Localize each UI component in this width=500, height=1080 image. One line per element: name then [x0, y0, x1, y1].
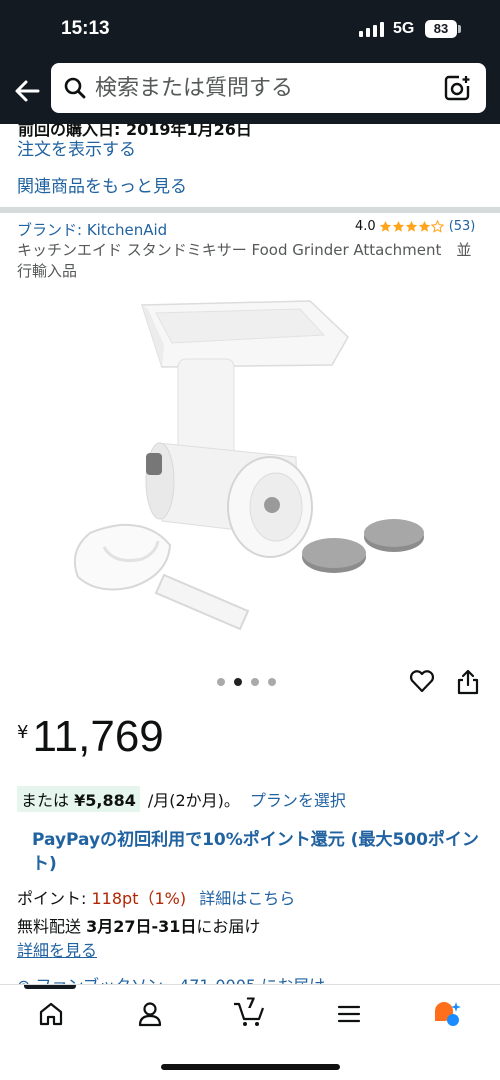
price-symbol: ¥: [17, 722, 29, 743]
star-filled-icon: [405, 220, 417, 232]
carousel-dot[interactable]: [251, 678, 259, 686]
battery-tip: [458, 25, 461, 33]
search-icon: [64, 77, 86, 99]
heart-icon[interactable]: [408, 667, 436, 695]
installment-highlight: または ¥5,884: [17, 786, 140, 812]
product-image[interactable]: [60, 285, 440, 645]
price: ¥ 11,769: [17, 712, 164, 762]
installment-amount: ¥5,884: [74, 791, 136, 810]
star-filled-icon: [379, 220, 391, 232]
points-row: ポイント: 118pt（1%) 詳細はこちら: [17, 885, 295, 909]
signal-icon: [359, 22, 385, 37]
network-type: 5G: [393, 20, 415, 37]
menu-icon[interactable]: [334, 999, 364, 1029]
star-filled-icon: [418, 220, 430, 232]
battery-icon: 83: [425, 20, 457, 38]
carousel-dot[interactable]: [217, 678, 225, 686]
rating-summary[interactable]: 4.0 (53): [355, 219, 475, 234]
status-time: 15:13: [61, 18, 110, 39]
product-title: キッチンエイド スタンドミキサー Food Grinder Attachment…: [17, 241, 472, 280]
app-header: 15:13 5G 83: [0, 0, 500, 124]
installment-period: /月(2か月)。: [147, 791, 240, 810]
points-label: ポイント:: [17, 889, 87, 908]
star-empty-icon: [430, 220, 444, 233]
installment-row: または ¥5,884 /月(2か月)。 プランを選択: [17, 786, 346, 812]
review-count: (53): [448, 219, 476, 234]
select-plan-link[interactable]: プランを選択: [250, 787, 346, 811]
price-amount: 11,769: [32, 712, 164, 761]
rufus-icon[interactable]: [432, 999, 462, 1029]
back-arrow-icon[interactable]: [12, 76, 42, 106]
shipping-prefix: 無料配送: [17, 917, 82, 936]
home-indicator[interactable]: [161, 1064, 340, 1070]
points-value: 118pt（1%): [91, 889, 187, 908]
home-icon[interactable]: [36, 999, 66, 1029]
shipping-row: 無料配送 3月27日-31日にお届け: [17, 913, 260, 937]
shipping-details-link[interactable]: 詳細を見る: [17, 937, 97, 961]
shipping-suffix: にお届け: [196, 917, 261, 936]
installment-prefix: または: [21, 791, 70, 810]
camera-lens-icon[interactable]: [443, 74, 471, 102]
active-tab-indicator: [24, 985, 76, 989]
status-bar: 15:13 5G 83: [0, 0, 500, 58]
shipping-dates: 3月27日-31日: [86, 917, 197, 936]
cart-button[interactable]: 7: [232, 996, 265, 1029]
view-order-link[interactable]: 注文を表示する: [17, 135, 136, 160]
related-products-link[interactable]: 関連商品をもっと見る: [17, 172, 187, 197]
share-icon[interactable]: [455, 668, 481, 696]
carousel-dot[interactable]: [268, 678, 276, 686]
section-divider: [0, 207, 500, 213]
cart-count: 7: [246, 996, 256, 1012]
star-filled-icon: [392, 220, 404, 232]
paypay-promo-link[interactable]: PayPayの初回利用で10%ポイント還元 (最大500ポイント): [32, 828, 482, 876]
search-input[interactable]: [95, 71, 435, 105]
star-rating: [379, 220, 444, 233]
points-details-link[interactable]: 詳細はこちら: [199, 889, 295, 908]
brand-link[interactable]: ブランド: KitchenAid: [17, 219, 167, 240]
carousel-dot[interactable]: [234, 678, 242, 686]
rating-value: 4.0: [355, 219, 376, 234]
search-bar[interactable]: [51, 63, 486, 113]
image-carousel-dots[interactable]: [217, 678, 276, 686]
account-icon[interactable]: [135, 999, 165, 1029]
